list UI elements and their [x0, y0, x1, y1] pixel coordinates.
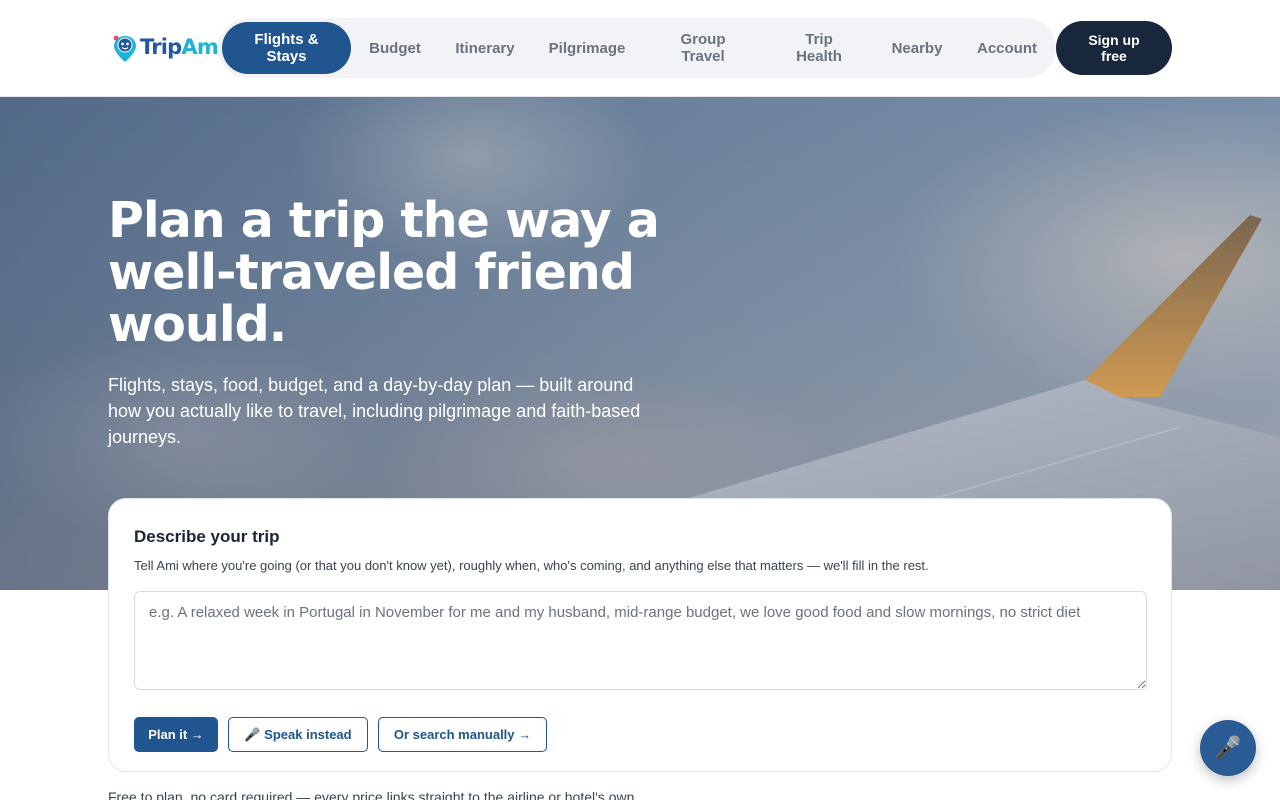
planner-title: Describe your trip — [134, 527, 280, 546]
pricing-footnote: Free to plan, no card required — every p… — [108, 789, 635, 800]
voice-assistant-button[interactable]: 🎤 — [1200, 720, 1256, 776]
signup-label: Sign up free — [1088, 32, 1140, 64]
nav-label: Nearby — [891, 39, 943, 57]
trip-planner-card: Describe your trip Tell Ami where you're… — [108, 498, 1172, 772]
hero-title: Plan a trip the way a well-traveled frie… — [108, 192, 660, 353]
speak-instead-button[interactable]: 🎤 Speak instead — [228, 717, 368, 752]
search-manually-button[interactable]: Or search manually → — [378, 717, 547, 752]
nav-label: Pilgrimage — [548, 39, 626, 57]
site-header: TripAmi Flights & Stays Budget Itinerary… — [0, 0, 1280, 97]
nav-pilgrimage[interactable]: Pilgrimage — [540, 18, 634, 78]
logo-wordmark: TripAmi — [140, 35, 225, 59]
nav-flights-stays[interactable]: Flights & Stays — [222, 22, 351, 74]
signup-button[interactable]: Sign up free — [1056, 21, 1172, 75]
nav-account[interactable]: Account — [970, 18, 1044, 78]
hero-subtitle: Flights, stays, food, budget, and a day-… — [108, 375, 641, 447]
nav-budget[interactable]: Budget — [361, 18, 429, 78]
planner-description: Tell Ami where you're going (or that you… — [134, 558, 929, 573]
nav-label: Itinerary — [455, 39, 515, 57]
nav-itinerary[interactable]: Itinerary — [444, 18, 526, 78]
microphone-icon: 🎤 — [1214, 735, 1242, 760]
main-nav: Flights & Stays Budget Itinerary Pilgrim… — [218, 18, 1056, 78]
plan-it-button[interactable]: Plan it → — [134, 717, 218, 752]
logo-trip: Trip — [140, 35, 182, 59]
nav-label: Account — [977, 39, 1037, 57]
nav-nearby[interactable]: Nearby — [882, 18, 952, 78]
nav-trip-health[interactable]: Trip Health — [779, 18, 859, 78]
trip-description-input[interactable] — [134, 591, 1147, 690]
tripami-logo[interactable]: TripAmi — [112, 32, 225, 62]
nav-label: Group Travel — [680, 31, 726, 65]
nav-label: Trip Health — [796, 31, 842, 65]
nav-group-travel[interactable]: Group Travel — [663, 18, 743, 78]
nav-label: Budget — [369, 39, 421, 57]
nav-label: Flights & Stays — [254, 31, 319, 65]
logo-mascot-icon — [112, 34, 138, 62]
